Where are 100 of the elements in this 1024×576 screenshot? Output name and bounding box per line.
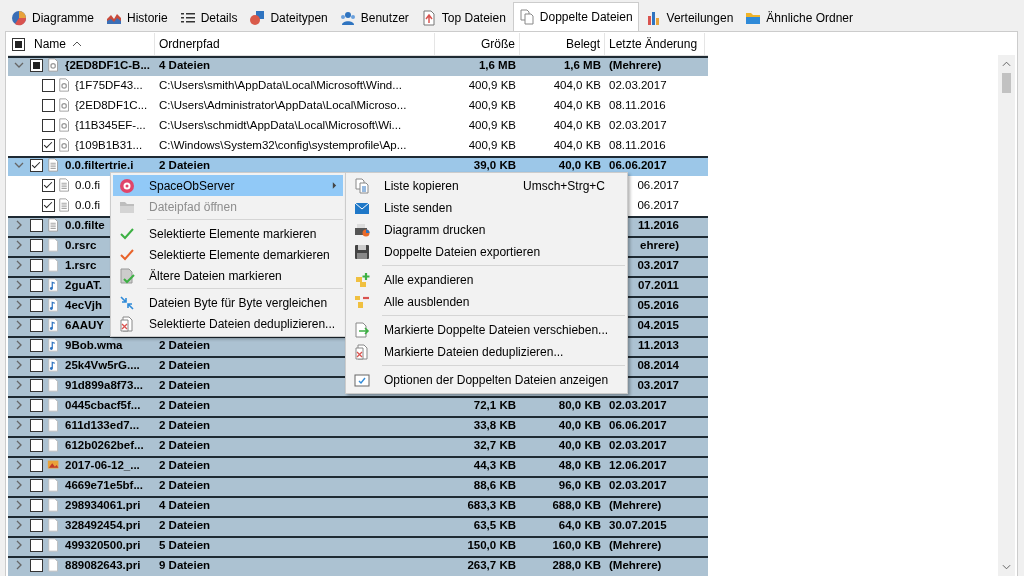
table-cell: 40,0 KB [558,439,601,451]
file-name: 328492454.pri [65,519,141,531]
table-cell: 400,9 KB [468,119,516,131]
table-cell: 06.06.2017 [609,419,667,431]
file-name: 91d899a8f73... [65,379,143,391]
file-name: 0.0.fi [75,179,100,191]
table-cell: C:\Users\schmidt\AppData\Local\Microsoft\Wi... [159,119,402,131]
table-cell: 07.2011 [638,279,679,291]
table-cell: 02.03.2017 [609,79,667,91]
table-cell: 400,9 KB [468,79,516,91]
file-name: 4669e71e5bf... [65,479,143,491]
file-name: {2ED8DF1C-B... [65,59,150,71]
file-name: 0.0.filtertrie.i [65,159,134,171]
table-cell: 06.06.2017 [609,159,667,171]
table-cell: 32,7 KB [473,439,516,451]
table-cell: 404,0 KB [553,119,601,131]
table-cell: 404,0 KB [553,79,601,91]
table-cell: 06.2017 [637,179,679,191]
table-cell: 72,1 KB [473,399,516,411]
table-cell: 4 Dateien [159,59,211,71]
table-cell: 63,5 KB [473,519,516,531]
file-name: {109B1B31... [75,139,143,151]
table-cell: 1,6 MB [478,59,516,71]
table-cell: 40,0 KB [558,159,601,171]
table-cell: 33,8 KB [473,419,516,431]
table-cell: 404,0 KB [553,99,601,111]
table-cell: 2 Dateien [159,479,211,491]
table-cell: 30.07.2015 [609,519,667,531]
table-cell: ehrere) [640,239,679,251]
table-cell: 2 Dateien [159,379,211,391]
table-cell: 44,3 KB [473,459,516,471]
file-name: 1.rsrc [65,259,97,271]
file-name: 2017-06-12_... [65,459,140,471]
table-cell: 03.2017 [637,379,679,391]
table-cell: 40,0 KB [558,419,601,431]
table-cell: 80,0 KB [558,399,601,411]
table-cell: 683,3 KB [467,499,516,511]
table-cell: C:\Users\smith\AppData\Local\Microsoft\Wind... [159,79,402,91]
table-cell: (Mehrere) [609,59,662,71]
file-name: 9Bob.wma [65,339,123,351]
table-cell: 11.2013 [638,339,679,351]
table-cell: 2 Dateien [159,419,211,431]
file-name: 0445cbacf5f... [65,399,141,411]
table-cell: 02.03.2017 [609,479,667,491]
table-cell: C:\Users\Administrator\AppData\Local\Microso... [159,99,407,111]
table-cell: 06.2017 [637,199,679,211]
table-cell: 02.03.2017 [609,399,667,411]
table-cell: 2 Dateien [159,159,211,171]
file-name: 4ecVjh [65,299,103,311]
table-cell: 288,0 KB [552,559,601,571]
table-cell: 9 Dateien [159,559,211,571]
table-cell: 400,9 KB [468,99,516,111]
file-name: 0.rsrc [65,239,97,251]
file-name: 298934061.pri [65,499,141,511]
table-cell: 2 Dateien [159,519,211,531]
table-cell: 08.11.2016 [609,99,666,111]
table-cell: C:\Windows\System32\config\systemprofile\Ap... [159,139,407,151]
table-cell: 404,0 KB [553,139,601,151]
table-cell: 4 Dateien [159,499,211,511]
file-name: 0.0.filte [65,219,105,231]
table-cell: 03.2017 [637,259,679,271]
table-cell: 2 Dateien [159,339,211,351]
table-cell: 2 Dateien [159,459,211,471]
table-cell: 1,6 MB [563,59,601,71]
file-name: 499320500.pri [65,539,141,551]
file-name: {11B345EF-... [75,119,146,131]
table-cell: 12.06.2017 [609,459,667,471]
table-cell: 04.2015 [637,319,679,331]
file-name: 611d133ed7... [65,419,140,431]
file-name: 25k4Vw5rG.... [65,359,140,371]
table-cell: 11.2016 [638,219,679,231]
file-name: 2guAT. [65,279,102,291]
file-name: {1F75DF43... [75,79,143,91]
file-name: {2ED8DF1C... [75,99,148,111]
file-name: 889082643.pri [65,559,141,571]
table-cell: 05.2016 [637,299,679,311]
table-cell: 08.2014 [637,359,679,371]
table-cell: 88,6 KB [473,479,516,491]
table-cell: 688,0 KB [552,499,601,511]
table-cell: 48,0 KB [558,459,601,471]
file-name: 612b0262bef... [65,439,144,451]
table-cell: 160,0 KB [552,539,601,551]
table-cell: 263,7 KB [467,559,516,571]
table-cell: 64,0 KB [558,519,601,531]
table-cell: 08.11.2016 [609,139,666,151]
table-cell: 5 Dateien [159,539,211,551]
table-cell: 02.03.2017 [609,119,667,131]
table-cell: 2 Dateien [159,439,211,451]
table-cell: 02.03.2017 [609,439,667,451]
table-cell: 39,0 KB [473,159,516,171]
table-cell: 96,0 KB [558,479,601,491]
table-cell: (Mehrere) [609,499,662,511]
table-cell: (Mehrere) [609,559,662,571]
table-cell: 150,0 KB [467,539,516,551]
table-cell: 400,9 KB [468,139,516,151]
table-cell: 2 Dateien [159,359,211,371]
table-cell: (Mehrere) [609,539,662,551]
file-name: 0.0.fi [75,199,100,211]
file-name: 6AAUY [65,319,104,331]
table-cell: 2 Dateien [159,399,211,411]
